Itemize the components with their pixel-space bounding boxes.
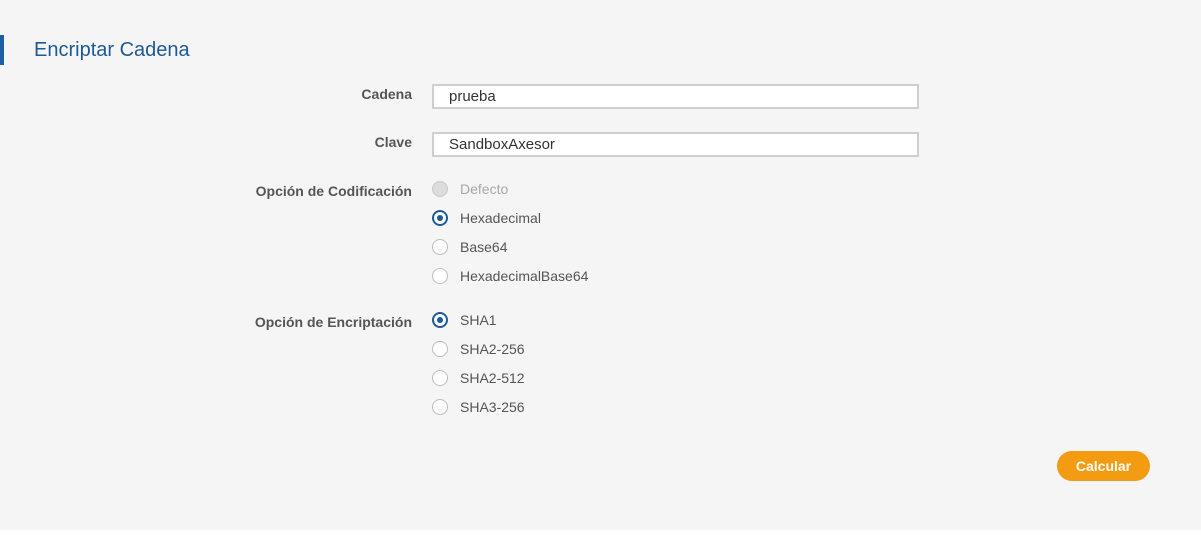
encriptacion-option-sha1[interactable]: SHA1 <box>432 310 497 330</box>
codificacion-option-label[interactable]: Hexadecimal <box>460 209 541 227</box>
cadena-label: Cadena <box>361 86 412 102</box>
encriptacion-option-sha2-512[interactable]: SHA2-512 <box>432 368 525 388</box>
codificacion-radio-hexadecimal[interactable] <box>432 210 448 226</box>
codificacion-radio-hexadecimalbase64[interactable] <box>432 268 448 284</box>
encriptacion-option-label[interactable]: SHA3-256 <box>460 398 525 416</box>
encriptacion-option-sha3-256[interactable]: SHA3-256 <box>432 397 525 417</box>
clave-input[interactable] <box>432 132 919 157</box>
page-title: Encriptar Cadena <box>34 39 190 61</box>
encriptacion-option-sha2-256[interactable]: SHA2-256 <box>432 339 525 359</box>
codificacion-option-label: Defecto <box>460 181 509 197</box>
encriptacion-radio-sha1[interactable] <box>432 312 448 328</box>
codificacion-option-base64[interactable]: Base64 <box>432 237 507 257</box>
encrypt-panel: Encriptar Cadena Cadena Clave Opción de … <box>0 0 1201 530</box>
encriptacion-radio-sha2-512[interactable] <box>432 370 448 386</box>
title-accent-bar <box>0 35 4 65</box>
encriptacion-label: Opción de Encriptación <box>254 314 412 330</box>
cadena-input[interactable] <box>432 84 919 109</box>
codificacion-radio-base64[interactable] <box>432 239 448 255</box>
encriptacion-option-label[interactable]: SHA2-512 <box>460 369 525 387</box>
clave-label: Clave <box>374 134 412 150</box>
codificacion-label: Opción de Codificación <box>255 183 412 199</box>
encriptacion-radio-sha3-256[interactable] <box>432 399 448 415</box>
codificacion-option-label[interactable]: Base64 <box>460 238 507 256</box>
codificacion-option-hexadecimalbase64[interactable]: HexadecimalBase64 <box>432 266 588 286</box>
codificacion-radio-defecto <box>432 181 448 197</box>
encriptacion-option-label[interactable]: SHA2-256 <box>460 340 525 358</box>
encriptacion-option-label[interactable]: SHA1 <box>460 311 497 329</box>
encriptacion-radio-sha2-256[interactable] <box>432 341 448 357</box>
calcular-button[interactable]: Calcular <box>1057 451 1150 481</box>
codificacion-option-hexadecimal[interactable]: Hexadecimal <box>432 208 541 228</box>
codificacion-option-label[interactable]: HexadecimalBase64 <box>460 267 588 285</box>
codificacion-option-defecto: Defecto <box>432 179 508 199</box>
